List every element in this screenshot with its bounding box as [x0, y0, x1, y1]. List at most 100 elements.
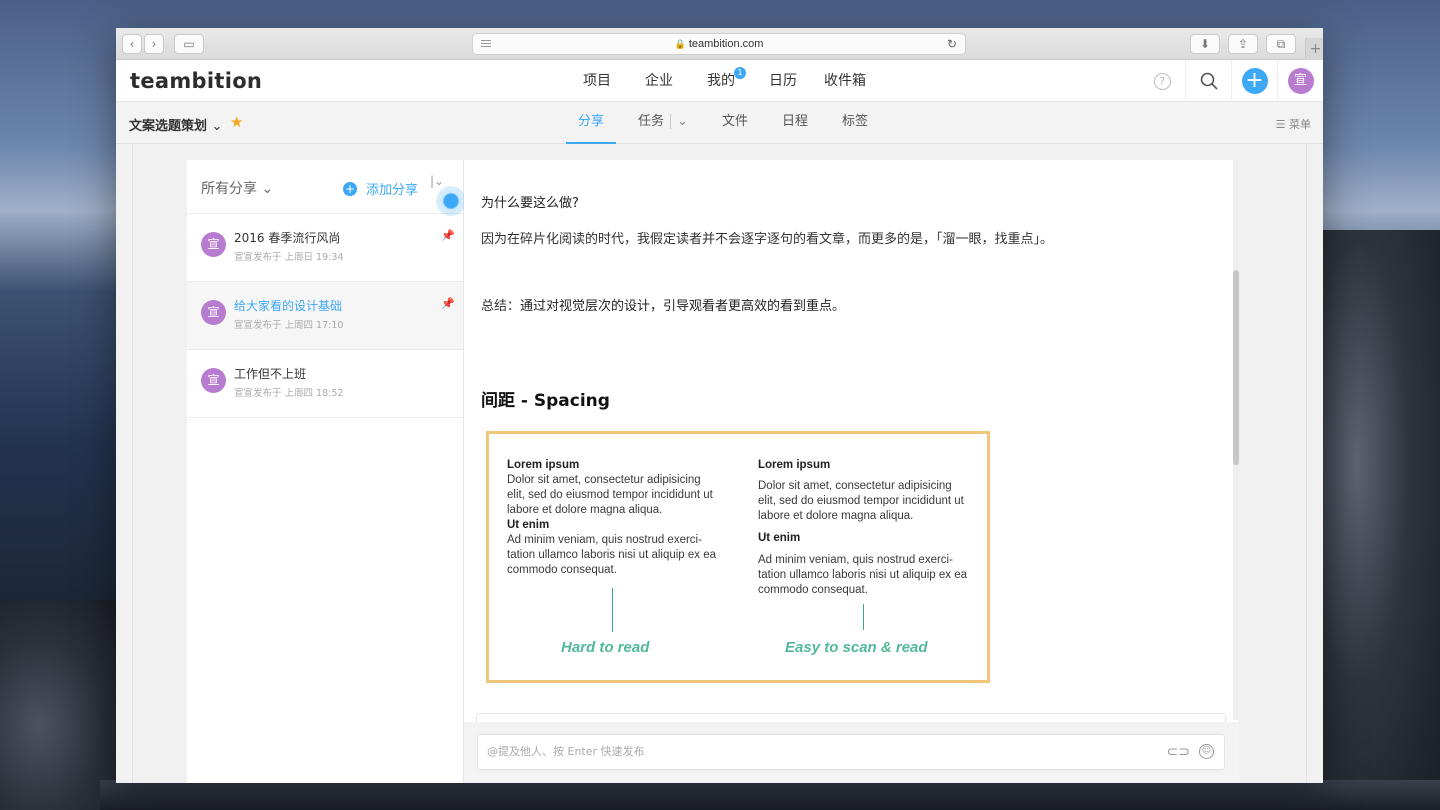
- reader-icon[interactable]: [481, 40, 491, 49]
- back-icon[interactable]: ‹: [122, 34, 142, 54]
- address-bar[interactable]: 🔒 teambition.com ↻: [472, 33, 966, 55]
- share-list-item[interactable]: 宣 工作但不上班 宣宣发布于 上周四 18:52: [187, 350, 463, 418]
- share-list-header: 所有分享 ⌄ + 添加分享 |⌄: [187, 160, 466, 216]
- app-header: teambition 项目 企业 我的 1 日历 收件箱 ? + 宣: [116, 60, 1323, 102]
- tab-schedule[interactable]: 日程: [770, 102, 820, 144]
- menu-button[interactable]: ☰ 菜单: [1276, 116, 1311, 132]
- add-share-button[interactable]: + 添加分享: [343, 179, 418, 198]
- search-icon[interactable]: [1185, 60, 1231, 102]
- main-nav: 项目 企业 我的 1 日历 收件箱: [566, 60, 876, 102]
- ut-enim-heading: Ut enim: [507, 519, 550, 531]
- article-summary: 总结：通过对视觉层次的设计，引导观看者更高效的看到重点。: [481, 295, 845, 314]
- share-title: 2016 春季流行风尚: [234, 231, 341, 245]
- illustration-left-column: Lorem ipsum Dolor sit amet, consectetur …: [507, 458, 717, 578]
- emoji-icon[interactable]: ☺: [1199, 744, 1214, 759]
- avatar: 宣: [201, 232, 226, 257]
- chevron-down-icon[interactable]: |⌄: [430, 174, 444, 188]
- illustration-right-column: Lorem ipsum Dolor sit amet, consectetur …: [758, 458, 968, 598]
- project-switcher[interactable]: 文案选题策划 ⌄: [129, 115, 222, 134]
- content-area: 所有分享 ⌄ + 添加分享 |⌄ 宣 2016 春季流行风尚 宣宣发布于 上周日 …: [132, 144, 1307, 783]
- chevron-down-icon: ⌄: [211, 119, 223, 134]
- article-question: 为什么要这么做?: [481, 196, 579, 211]
- share-title: 给大家看的设计基础: [234, 299, 343, 313]
- share-list-item[interactable]: 宣 2016 春季流行风尚 宣宣发布于 上周日 19:34 📌: [187, 214, 463, 282]
- new-tab-icon[interactable]: +: [1305, 38, 1323, 60]
- help-icon[interactable]: ?: [1153, 72, 1171, 90]
- project-bar: 文案选题策划 ⌄ ★ 分享 任务 ⌄ 文件 日程 标签 ☰ 菜单: [116, 102, 1323, 144]
- ut-enim-paragraph: Ad minim veniam, quis nostrud exerci-tat…: [758, 554, 968, 596]
- ut-enim-heading: Ut enim: [758, 532, 801, 544]
- scrollbar[interactable]: [1233, 160, 1239, 720]
- background-rocks-left: [0, 600, 130, 810]
- nav-label: 收件箱: [824, 73, 866, 89]
- share-filter[interactable]: 所有分享 ⌄: [201, 178, 273, 198]
- comment-placeholder: @提及他人、按 Enter 快速发布: [487, 745, 645, 758]
- lock-icon: 🔒: [674, 38, 686, 49]
- summary-label: 总结：: [481, 299, 521, 314]
- lorem-paragraph: Dolor sit amet, consectetur adipisicing …: [758, 480, 964, 522]
- header-actions: ? + 宣: [1139, 60, 1323, 102]
- tab-tasks[interactable]: 任务 ⌄: [626, 102, 700, 144]
- cursor-indicator: [436, 186, 466, 216]
- background-rocks-bottom: [100, 780, 1440, 810]
- user-avatar[interactable]: 宣: [1287, 68, 1314, 94]
- menu-label: 菜单: [1289, 118, 1311, 131]
- nav-enterprise[interactable]: 企业: [628, 60, 690, 102]
- avatar: 宣: [201, 368, 226, 393]
- nav-mine[interactable]: 我的 1: [690, 60, 752, 102]
- nav-inbox[interactable]: 收件箱: [814, 60, 876, 102]
- attach-icon[interactable]: ⊂⊃: [1167, 735, 1190, 769]
- share-title: 工作但不上班: [234, 367, 307, 381]
- browser-window: ‹ › ▭ 🔒 teambition.com ↻ ⬇ ⇪ ⧉ + teambit…: [116, 28, 1323, 783]
- tab-label: 任务: [638, 114, 665, 129]
- add-share-label: 添加分享: [366, 183, 419, 198]
- reload-icon[interactable]: ↻: [947, 37, 957, 51]
- nav-calendar[interactable]: 日历: [752, 60, 814, 102]
- nav-projects[interactable]: 项目: [566, 60, 628, 102]
- forward-icon[interactable]: ›: [144, 34, 164, 54]
- share-meta: 宣宣发布于 上周日 19:34: [234, 252, 344, 263]
- lorem-paragraph: Dolor sit amet, consectetur adipisicing …: [507, 474, 713, 516]
- caption-pointer-right: [863, 604, 864, 630]
- star-icon[interactable]: ★: [230, 113, 243, 131]
- share-detail-panel: 为什么要这么做? 因为在碎片化阅读的时代，我假定读者并不会逐字逐句的看文章，而更…: [464, 160, 1239, 783]
- browser-toolbar: ‹ › ▭ 🔒 teambition.com ↻ ⬇ ⇪ ⧉ +: [116, 28, 1323, 60]
- sidebar-icon[interactable]: ▭: [174, 34, 204, 54]
- tab-share[interactable]: 分享: [566, 102, 617, 144]
- spacing-illustration: Lorem ipsum Dolor sit amet, consectetur …: [486, 431, 990, 683]
- caption-hard-to-read: Hard to read: [561, 639, 650, 656]
- nav-label: 企业: [645, 73, 673, 89]
- tab-files[interactable]: 文件: [710, 102, 760, 144]
- ut-enim-paragraph: Ad minim veniam, quis nostrud exerci-tat…: [507, 534, 717, 576]
- comment-input[interactable]: @提及他人、按 Enter 快速发布 ⊂⊃ ☺: [477, 734, 1225, 770]
- chevron-down-icon: ⌄: [261, 181, 274, 197]
- download-icon[interactable]: ⬇: [1190, 34, 1220, 54]
- project-name: 文案选题策划: [129, 119, 208, 134]
- nav-label: 项目: [583, 73, 611, 89]
- avatar: 宣: [201, 300, 226, 325]
- pin-icon[interactable]: 📌: [441, 229, 455, 242]
- share-meta: 宣宣发布于 上周四 17:10: [234, 320, 344, 331]
- section-heading: 间距 - Spacing: [481, 391, 610, 411]
- nav-label: 日历: [769, 73, 797, 89]
- lorem-heading: Lorem ipsum: [758, 459, 831, 471]
- notification-badge: 1: [734, 67, 746, 79]
- tab-tags[interactable]: 标签: [830, 102, 880, 144]
- share-list-panel: 所有分享 ⌄ + 添加分享 |⌄ 宣 2016 春季流行风尚 宣宣发布于 上周日 …: [187, 160, 466, 783]
- caption-pointer-left: [612, 588, 613, 632]
- chevron-down-icon[interactable]: ⌄: [670, 114, 688, 129]
- share-icon[interactable]: ⇪: [1228, 34, 1258, 54]
- create-plus-icon[interactable]: +: [1241, 68, 1268, 94]
- article-reason: 因为在碎片化阅读的时代，我假定读者并不会逐字逐句的看文章，而更多的是，「溜一眼，…: [481, 232, 1054, 247]
- pin-icon[interactable]: 📌: [441, 297, 455, 310]
- nav-label: 我的: [707, 73, 735, 89]
- plus-icon: +: [343, 181, 357, 196]
- tabs-icon[interactable]: ⧉: [1266, 34, 1296, 54]
- app-logo[interactable]: teambition: [130, 69, 262, 93]
- scrollbar-thumb[interactable]: [1233, 270, 1239, 465]
- share-list-item[interactable]: 宣 给大家看的设计基础 宣宣发布于 上周四 17:10 📌: [187, 282, 463, 350]
- lorem-heading: Lorem ipsum: [507, 459, 580, 471]
- share-meta: 宣宣发布于 上周四 18:52: [234, 388, 344, 399]
- caption-easy-to-scan: Easy to scan & read: [785, 639, 928, 656]
- menu-icon: ☰: [1275, 118, 1286, 131]
